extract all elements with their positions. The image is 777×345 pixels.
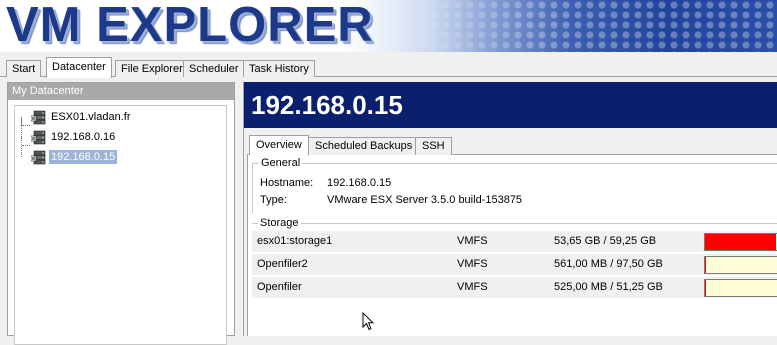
tree-connector xyxy=(21,137,29,157)
tree-connector xyxy=(21,117,29,137)
datacenter-header: My Datacenter xyxy=(8,83,234,100)
tab-start[interactable]: Start xyxy=(6,60,41,77)
tree-item-192-168-0-16[interactable]: 192.168.0.16 xyxy=(29,129,229,146)
datacenter-panel: My Datacenter ESX01.vladan.fr xyxy=(7,82,235,336)
tab-scheduled-backups[interactable]: Scheduled Backups xyxy=(308,137,419,155)
host-details-panel: 192.168.0.15 Overview Scheduled Backups … xyxy=(243,82,777,336)
tree-item-label[interactable]: ESX01.vladan.fr xyxy=(49,110,133,124)
storage-usage-bar xyxy=(704,233,777,251)
host-tree[interactable]: ESX01.vladan.fr 192.168.0.16 xyxy=(14,105,227,345)
tab-scheduler[interactable]: Scheduler xyxy=(183,60,245,77)
host-title: 192.168.0.15 xyxy=(251,90,403,121)
host-header: 192.168.0.15 xyxy=(244,82,777,128)
storage-usage-fill xyxy=(705,280,706,296)
tab-ssh[interactable]: SSH xyxy=(415,137,452,155)
storage-type: VMFS xyxy=(457,258,488,270)
storage-group: Storage xyxy=(252,223,777,225)
storage-usage-fill xyxy=(705,234,776,250)
server-icon xyxy=(31,150,47,165)
storage-row[interactable]: esx01:storage1 VMFS 53,65 GB / 59,25 GB xyxy=(252,231,777,253)
hostname-value: 192.168.0.15 xyxy=(327,177,391,189)
main-tab-bar: Start Datacenter File Explorer Scheduler… xyxy=(0,57,777,77)
storage-usage-bar xyxy=(704,279,777,297)
server-icon xyxy=(31,110,47,125)
storage-name: esx01:storage1 xyxy=(257,235,332,247)
general-group: General Hostname: 192.168.0.15 Type: VMw… xyxy=(252,163,777,213)
tab-file-explorer[interactable]: File Explorer xyxy=(115,60,189,77)
storage-usage: 561,00 MB / 97,50 GB xyxy=(554,258,663,270)
storage-group-label: Storage xyxy=(258,217,301,229)
mouse-pointer-icon xyxy=(362,312,374,331)
tree-item-192-168-0-15[interactable]: 192.168.0.15 xyxy=(29,149,229,166)
tab-datacenter[interactable]: Datacenter xyxy=(46,57,112,78)
host-tab-bar: Overview Scheduled Backups SSH xyxy=(247,135,777,155)
tree-item-label[interactable]: 192.168.0.15 xyxy=(49,150,117,164)
banner-pattern xyxy=(380,0,777,52)
app-banner: VM EXPLORER xyxy=(0,0,777,52)
storage-usage: 525,00 MB / 51,25 GB xyxy=(554,281,663,293)
general-group-label: General xyxy=(259,157,302,169)
type-value: VMware ESX Server 3.5.0 build-153875 xyxy=(327,194,522,206)
tab-overview[interactable]: Overview xyxy=(249,135,309,156)
app-logo-title: VM EXPLORER xyxy=(6,0,374,52)
storage-row[interactable]: Openfiler VMFS 525,00 MB / 51,25 GB xyxy=(252,277,777,299)
overview-content: General Hostname: 192.168.0.15 Type: VMw… xyxy=(247,155,777,336)
storage-type: VMFS xyxy=(457,281,488,293)
tab-task-history[interactable]: Task History xyxy=(243,60,315,77)
storage-row[interactable]: Openfiler2 VMFS 561,00 MB / 97,50 GB xyxy=(252,254,777,276)
type-label: Type: xyxy=(260,194,287,206)
server-icon xyxy=(31,130,47,145)
storage-name: Openfiler xyxy=(257,281,302,293)
storage-name: Openfiler2 xyxy=(257,258,308,270)
tree-item-esx01[interactable]: ESX01.vladan.fr xyxy=(29,109,229,126)
hostname-label: Hostname: xyxy=(260,177,313,189)
storage-type: VMFS xyxy=(457,235,488,247)
tree-item-label[interactable]: 192.168.0.16 xyxy=(49,130,117,144)
storage-usage-bar xyxy=(704,256,777,274)
storage-usage: 53,65 GB / 59,25 GB xyxy=(554,235,656,247)
